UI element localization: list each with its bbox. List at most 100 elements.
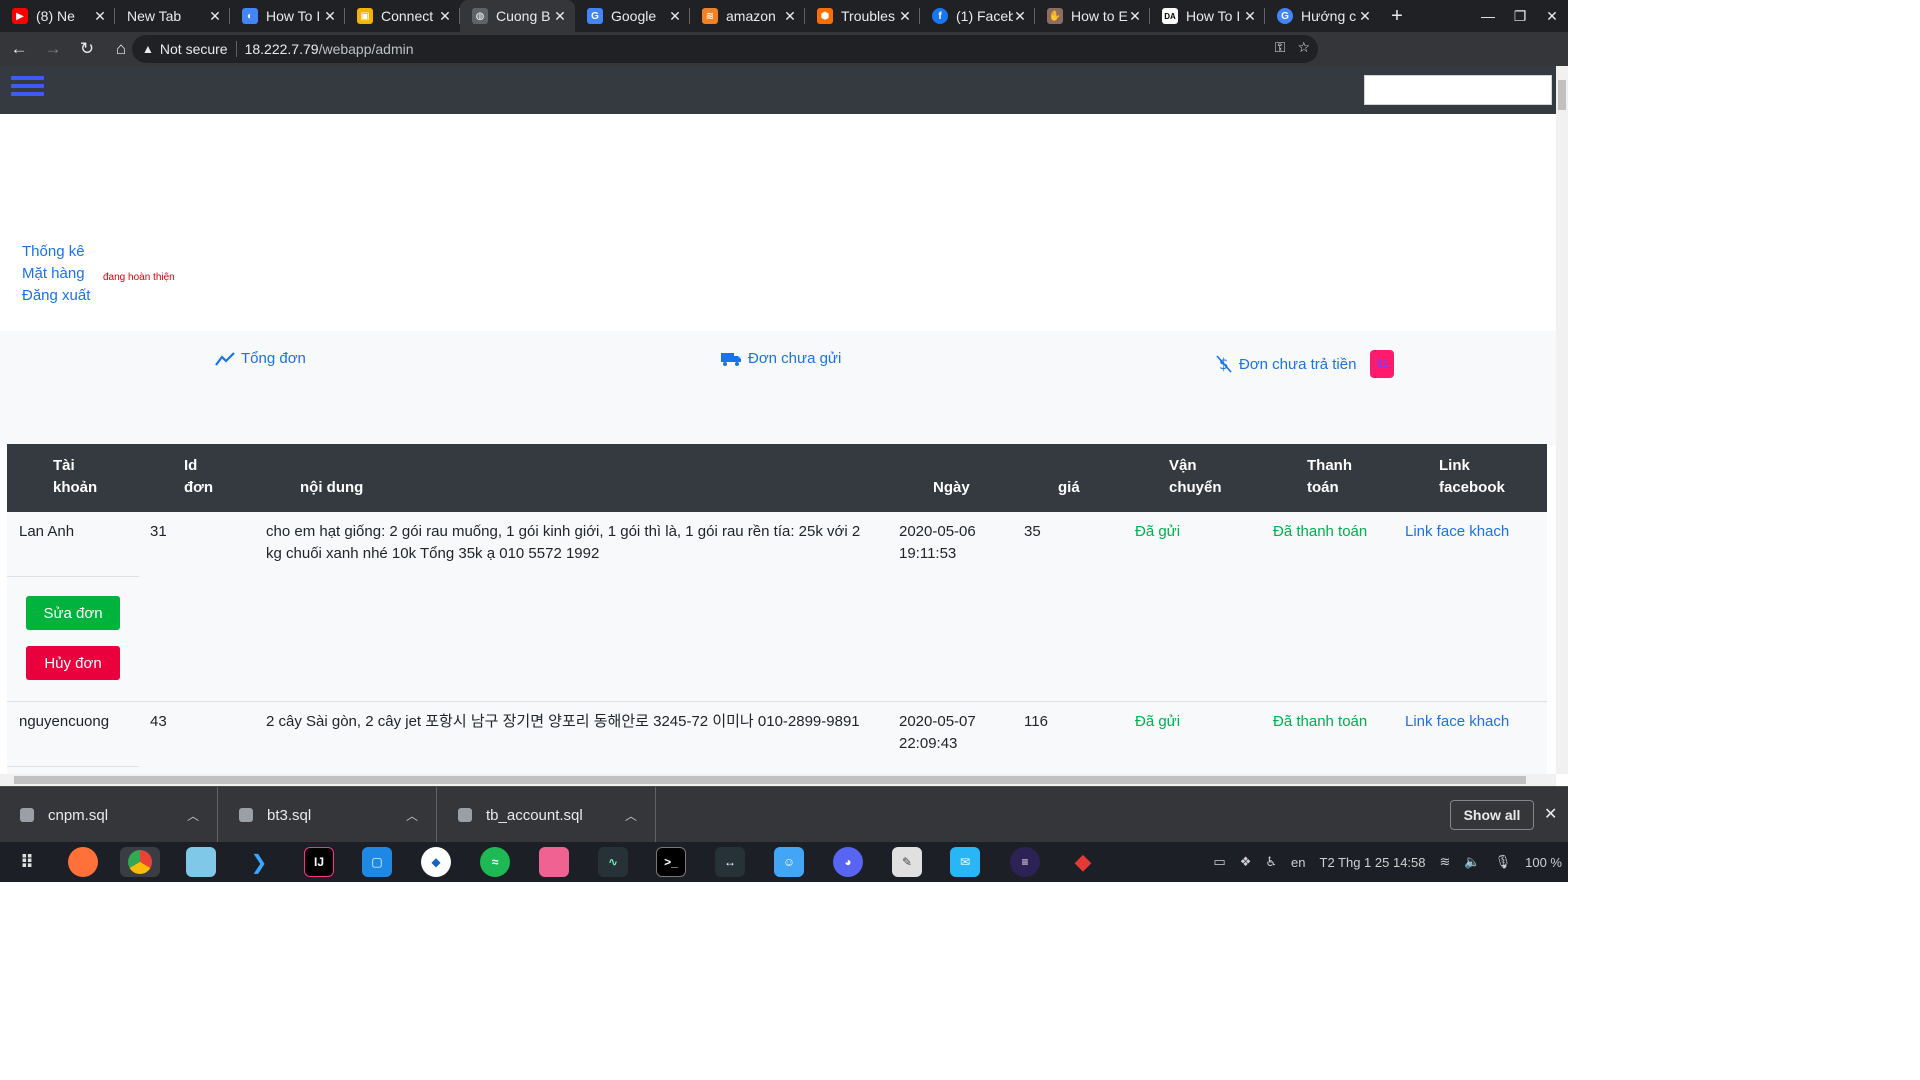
- chevron-up-icon[interactable]: ︿: [406, 807, 436, 824]
- dropbox-icon[interactable]: ❖: [1240, 854, 1252, 870]
- stat-total-orders[interactable]: Tổng đơn: [215, 350, 306, 367]
- browser-tab[interactable]: ⬢ Troubles ✕: [805, 0, 920, 32]
- virtualbox-icon[interactable]: ▢: [362, 847, 392, 877]
- key-icon[interactable]: ⚿: [1275, 39, 1286, 56]
- close-tab-icon[interactable]: ✕: [438, 8, 452, 25]
- close-tab-icon[interactable]: ✕: [1358, 8, 1372, 25]
- stat-unsent-orders[interactable]: Đơn chưa gửi: [720, 350, 841, 367]
- close-tab-icon[interactable]: ✕: [1013, 8, 1027, 25]
- app-grid-icon[interactable]: ⠿: [12, 847, 42, 877]
- restore-icon[interactable]: ❐: [1504, 0, 1536, 32]
- forward-icon[interactable]: →: [38, 34, 68, 64]
- new-tab-button[interactable]: +: [1380, 0, 1414, 32]
- close-tab-icon[interactable]: ✕: [93, 8, 107, 25]
- close-window-icon[interactable]: ✕: [1536, 0, 1568, 32]
- battery-status[interactable]: 100 %: [1525, 855, 1562, 870]
- browser-tab-active[interactable]: ◍ Cuong B ✕: [460, 0, 575, 32]
- cancel-order-button[interactable]: Hủy đơn: [26, 646, 120, 680]
- text-editor-icon[interactable]: ✎: [892, 847, 922, 877]
- header-date: Ngày: [933, 479, 970, 496]
- close-tab-icon[interactable]: ✕: [898, 8, 912, 25]
- remote-app-icon[interactable]: ↔: [715, 847, 745, 877]
- tab-title: (1) Faceb: [956, 8, 1013, 24]
- stat-unpaid-orders[interactable]: $ Đơn chưa trả tiền 81: [1215, 350, 1395, 378]
- download-item[interactable]: tb_account.sql ︿: [438, 787, 656, 843]
- browser-tab[interactable]: ▣ Connect ✕: [345, 0, 460, 32]
- tab-title: Troubles: [841, 8, 895, 24]
- microphone-icon[interactable]: 🎙: [1495, 854, 1512, 870]
- browser-tab[interactable]: DA How To I ✕: [1150, 0, 1265, 32]
- browser-tab[interactable]: ≋ amazon ✕: [690, 0, 805, 32]
- browser-tab[interactable]: New Tab ✕: [115, 0, 230, 32]
- close-tab-icon[interactable]: ✕: [1243, 8, 1257, 25]
- browser-tab[interactable]: G Hướng c ✕: [1265, 0, 1380, 32]
- drawing-app-icon[interactable]: [539, 847, 569, 877]
- sidebar-item-stats[interactable]: Thống kê: [22, 241, 90, 263]
- warning-icon: ▲: [142, 42, 154, 56]
- tray-menu-icon[interactable]: ▭: [1213, 854, 1225, 870]
- horizontal-scrollbar[interactable]: [0, 774, 1556, 786]
- spotify-icon[interactable]: ≈: [480, 847, 510, 877]
- volume-icon[interactable]: 🔈: [1464, 854, 1480, 870]
- close-tab-icon[interactable]: ✕: [323, 8, 337, 25]
- mail-icon[interactable]: ✉: [950, 847, 980, 877]
- search-input[interactable]: [1364, 75, 1552, 105]
- close-tab-icon[interactable]: ✕: [668, 8, 682, 25]
- intellij-icon[interactable]: IJ: [304, 847, 334, 877]
- reload-icon[interactable]: ↻: [72, 34, 102, 64]
- browser-tab[interactable]: G Google ✕: [575, 0, 690, 32]
- browser-tab[interactable]: ◐ How To I ✕: [230, 0, 345, 32]
- close-tab-icon[interactable]: ✕: [783, 8, 797, 25]
- facebook-link[interactable]: Link face khach: [1405, 521, 1509, 543]
- close-tab-icon[interactable]: ✕: [1128, 8, 1142, 25]
- stackoverflow-icon: ≋: [702, 8, 718, 24]
- chevron-up-icon[interactable]: ︿: [187, 807, 217, 824]
- chrome-icon[interactable]: [120, 847, 160, 877]
- keyboard-language[interactable]: en: [1291, 855, 1305, 870]
- hamburger-menu-icon[interactable]: [11, 76, 44, 104]
- sidebar-item-products[interactable]: Mặt hàng: [22, 263, 90, 285]
- wifi-icon[interactable]: ≋: [1440, 854, 1451, 870]
- chevron-up-icon[interactable]: ︿: [625, 807, 655, 824]
- finder-icon[interactable]: ☺: [774, 847, 804, 877]
- tab-title: Cuong B: [496, 8, 551, 24]
- eclipse-icon[interactable]: ≡: [1010, 847, 1040, 877]
- show-all-button[interactable]: Show all: [1450, 800, 1534, 830]
- close-tab-icon[interactable]: ✕: [208, 8, 222, 25]
- address-bar[interactable]: ▲ Not secure 18.222.7.79/webapp/admin ⚿ …: [132, 35, 1318, 63]
- browser-tab[interactable]: f (1) Faceb ✕: [920, 0, 1035, 32]
- close-shelf-icon[interactable]: ✕: [1544, 804, 1557, 824]
- cube-app-icon[interactable]: [186, 847, 216, 877]
- header-content: nội dung: [300, 479, 364, 496]
- bookmark-star-icon[interactable]: ☆: [1297, 39, 1310, 56]
- download-item[interactable]: cnpm.sql ︿: [0, 787, 218, 843]
- clock[interactable]: T2 Thg 1 25 14:58: [1320, 855, 1426, 870]
- download-item[interactable]: bt3.sql ︿: [219, 787, 437, 843]
- cell-account: Lan Anh: [19, 523, 75, 540]
- header-payment: Thanh toán: [1307, 457, 1352, 496]
- tab-title: Google: [611, 8, 657, 24]
- firefox-icon[interactable]: [68, 847, 98, 877]
- db-client-icon[interactable]: ◆: [421, 847, 451, 877]
- sidebar-item-logout[interactable]: Đăng xuất: [22, 285, 90, 307]
- terminal-icon[interactable]: >_: [656, 847, 686, 877]
- window-controls: — ❐ ✕: [1472, 0, 1568, 32]
- header-facebook: Link facebook: [1439, 457, 1505, 496]
- browser-tab[interactable]: ▶ (8) Ne ✕: [0, 0, 115, 32]
- browser-tab[interactable]: ✋ How to E ✕: [1035, 0, 1150, 32]
- cell-order-id: 43: [150, 713, 167, 730]
- accessibility-icon[interactable]: ♿: [1265, 854, 1277, 870]
- red-app-icon[interactable]: ◆: [1068, 847, 1098, 877]
- edit-order-button[interactable]: Sửa đơn: [26, 596, 120, 630]
- discord-icon[interactable]: ◕: [833, 847, 863, 877]
- tab-title: (8) Ne: [36, 8, 75, 24]
- system-monitor-icon[interactable]: ∿: [598, 847, 628, 877]
- stat-unpaid-label: Đơn chưa trả tiền: [1239, 355, 1357, 373]
- back-icon[interactable]: ←: [4, 34, 34, 64]
- minimize-icon[interactable]: —: [1472, 0, 1504, 32]
- facebook-link[interactable]: Link face khach: [1405, 711, 1509, 733]
- tab-title: Hướng c: [1301, 8, 1357, 24]
- vertical-scrollbar[interactable]: [1556, 66, 1568, 774]
- close-tab-icon[interactable]: ✕: [553, 8, 567, 25]
- vscode-icon[interactable]: ❯: [244, 847, 274, 877]
